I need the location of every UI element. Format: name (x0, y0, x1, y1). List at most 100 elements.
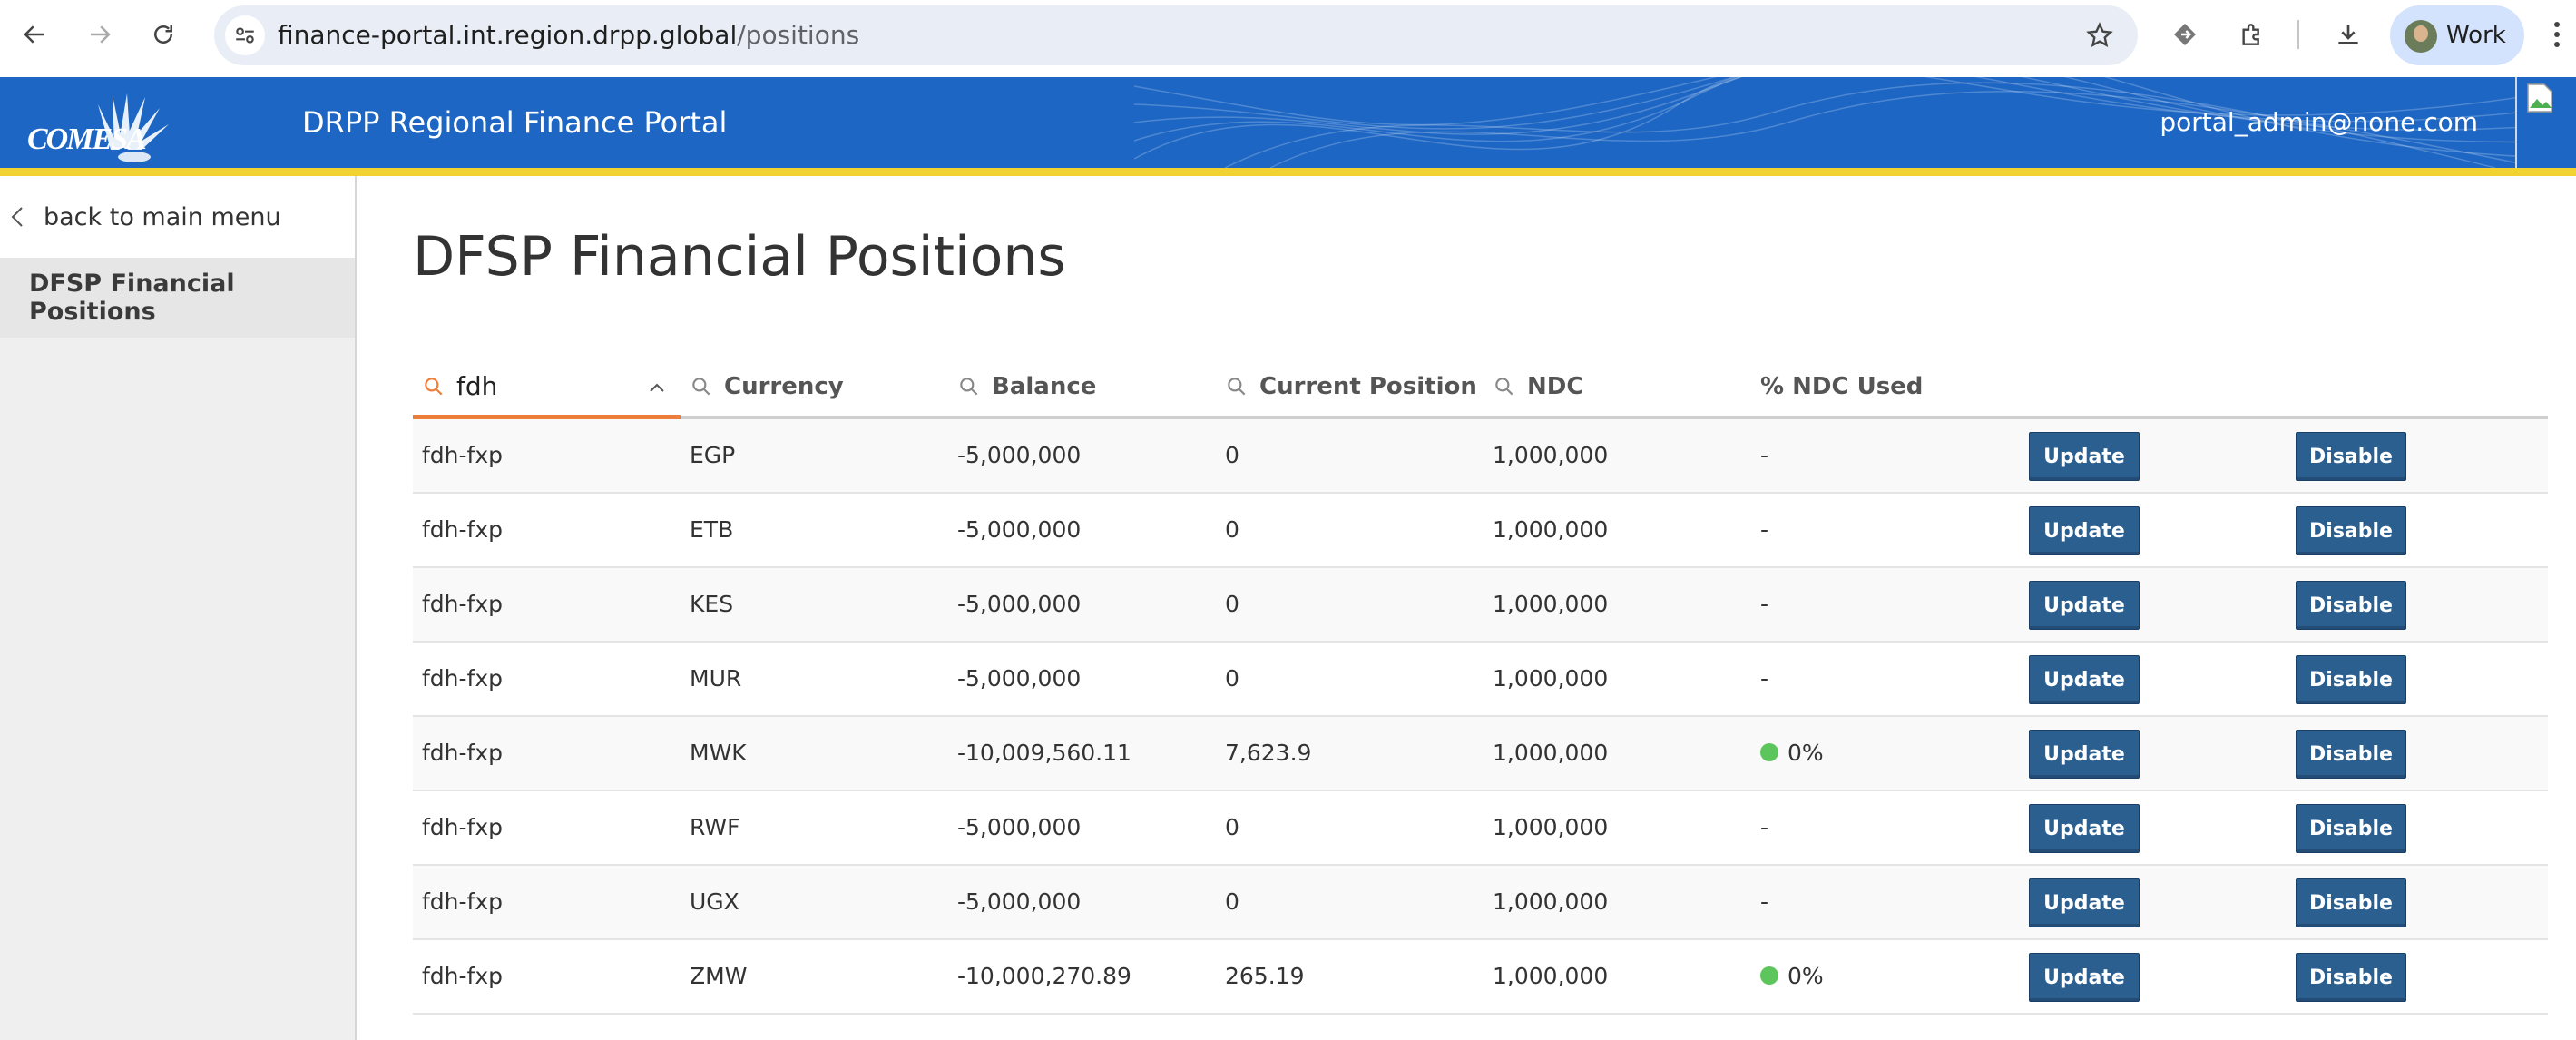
ndc-used-value: 0% (1788, 740, 1824, 766)
cell-ndc-used: 0% (1760, 717, 1824, 790)
cell-ndc-used: - (1760, 568, 1768, 641)
cell-ndc-used: - (1760, 494, 1768, 566)
cell-dfsp: fdh-fxp (422, 814, 504, 840)
column-current-position[interactable]: Current Position (1216, 358, 1484, 416)
header-stripe (0, 168, 2576, 176)
disable-button[interactable]: Disable (2296, 655, 2406, 704)
cell-position: 7,623.9 (1225, 740, 1312, 766)
ndc-used-value: - (1760, 591, 1769, 617)
disable-button[interactable]: Disable (2296, 730, 2406, 779)
cell-ndc: 1,000,000 (1493, 740, 1609, 766)
cell-dfsp: fdh-fxp (422, 888, 504, 915)
table-body: fdh-fxp EGP -5,000,000 0 1,000,000 - Upd… (413, 419, 2548, 1015)
back-arrow-icon[interactable] (13, 13, 56, 56)
site-info-icon[interactable] (225, 15, 265, 55)
sidebar: back to main menu DFSP Financial Positio… (0, 176, 357, 1040)
update-button[interactable]: Update (2029, 581, 2140, 630)
chevron-up-icon[interactable] (646, 378, 668, 406)
extension-diamond-icon[interactable] (2167, 16, 2203, 53)
cell-dfsp: fdh-fxp (422, 740, 504, 766)
table-row: fdh-fxp MUR -5,000,000 0 1,000,000 - Upd… (413, 643, 2548, 717)
disable-button[interactable]: Disable (2296, 506, 2406, 555)
table-row: fdh-fxp UGX -5,000,000 0 1,000,000 - Upd… (413, 866, 2548, 940)
search-icon (1225, 375, 1249, 398)
table-header: fdh Currency Balance Current Position ND… (413, 358, 2548, 419)
disable-button[interactable]: Disable (2296, 581, 2406, 630)
table-row: fdh-fxp ETB -5,000,000 0 1,000,000 - Upd… (413, 494, 2548, 568)
cell-currency: RWF (690, 814, 740, 840)
column-ndc-used: % NDC Used (1760, 358, 2028, 416)
status-dot (1760, 966, 1778, 985)
cell-currency: UGX (690, 888, 739, 915)
sidebar-item-label: DFSP Financial Positions (29, 270, 235, 326)
browser-menu-icon[interactable] (2548, 16, 2566, 53)
cell-balance: -10,009,560.11 (957, 740, 1131, 766)
url-host: finance-portal.int.region.drpp.global (278, 20, 738, 50)
chevron-left-icon (11, 207, 23, 227)
back-to-main-menu[interactable]: back to main menu (0, 176, 355, 258)
column-label: % NDC Used (1760, 373, 1924, 400)
cell-dfsp: fdh-fxp (422, 665, 504, 692)
column-ndc[interactable]: NDC (1484, 358, 1751, 416)
avatar (2405, 20, 2437, 53)
cell-dfsp: fdh-fxp (422, 516, 504, 543)
bookmark-star-icon[interactable] (2085, 21, 2114, 50)
forward-arrow-icon[interactable] (78, 13, 122, 56)
update-button[interactable]: Update (2029, 804, 2140, 853)
search-icon (422, 375, 446, 398)
positions-table: fdh Currency Balance Current Position ND… (413, 358, 2548, 1015)
table-row: fdh-fxp KES -5,000,000 0 1,000,000 - Upd… (413, 568, 2548, 643)
ndc-used-value: - (1760, 888, 1769, 915)
url-text: finance-portal.int.region.drpp.global/po… (278, 5, 859, 65)
extensions-puzzle-icon[interactable] (2234, 16, 2270, 53)
address-bar[interactable]: finance-portal.int.region.drpp.global/po… (214, 5, 2138, 65)
ndc-used-value: - (1760, 516, 1769, 543)
cell-dfsp: fdh-fxp (422, 591, 504, 617)
cell-currency: ZMW (690, 963, 748, 989)
reload-icon[interactable] (142, 13, 185, 56)
update-button[interactable]: Update (2029, 730, 2140, 779)
disable-button[interactable]: Disable (2296, 953, 2406, 1002)
disable-button[interactable]: Disable (2296, 804, 2406, 853)
app-header: COMESA DRPP Regional Finance Portal port… (0, 77, 2576, 168)
cell-ndc: 1,000,000 (1493, 963, 1609, 989)
cell-currency: EGP (690, 442, 736, 468)
column-dfsp-filter[interactable]: fdh (413, 358, 681, 419)
cell-ndc-used: - (1760, 866, 1768, 938)
column-balance[interactable]: Balance (948, 358, 1216, 416)
dfsp-filter-value[interactable]: fdh (456, 371, 497, 401)
column-label: Current Position (1259, 373, 1477, 400)
cell-balance: -5,000,000 (957, 591, 1082, 617)
cell-ndc: 1,000,000 (1493, 516, 1609, 543)
logo-text: COMESA (27, 123, 147, 156)
cell-position: 0 (1225, 888, 1239, 915)
back-label: back to main menu (44, 202, 281, 231)
update-button[interactable]: Update (2029, 878, 2140, 927)
cell-ndc: 1,000,000 (1493, 888, 1609, 915)
sidebar-item-dfsp-financial-positions[interactable]: DFSP Financial Positions (0, 258, 355, 338)
profile-chip[interactable]: Work (2390, 5, 2524, 65)
search-icon (690, 375, 713, 398)
column-label: NDC (1527, 373, 1584, 400)
table-row: fdh-fxp EGP -5,000,000 0 1,000,000 - Upd… (413, 419, 2548, 494)
update-button[interactable]: Update (2029, 506, 2140, 555)
cell-balance: -5,000,000 (957, 442, 1082, 468)
disable-button[interactable]: Disable (2296, 432, 2406, 481)
cell-position: 0 (1225, 442, 1239, 468)
column-label: Balance (992, 373, 1097, 400)
cell-dfsp: fdh-fxp (422, 963, 504, 989)
update-button[interactable]: Update (2029, 655, 2140, 704)
cell-ndc: 1,000,000 (1493, 665, 1609, 692)
download-icon[interactable] (2330, 16, 2366, 53)
column-currency[interactable]: Currency (681, 358, 948, 416)
user-email[interactable]: portal_admin@none.com (2160, 77, 2478, 168)
cell-balance: -5,000,000 (957, 665, 1082, 692)
cell-ndc-used: 0% (1760, 940, 1824, 1013)
update-button[interactable]: Update (2029, 432, 2140, 481)
main-content: DFSP Financial Positions fdh Currency Ba… (358, 176, 2576, 1040)
url-path: /positions (737, 20, 860, 50)
search-icon (957, 375, 981, 398)
disable-button[interactable]: Disable (2296, 878, 2406, 927)
update-button[interactable]: Update (2029, 953, 2140, 1002)
cell-ndc-used: - (1760, 791, 1768, 864)
